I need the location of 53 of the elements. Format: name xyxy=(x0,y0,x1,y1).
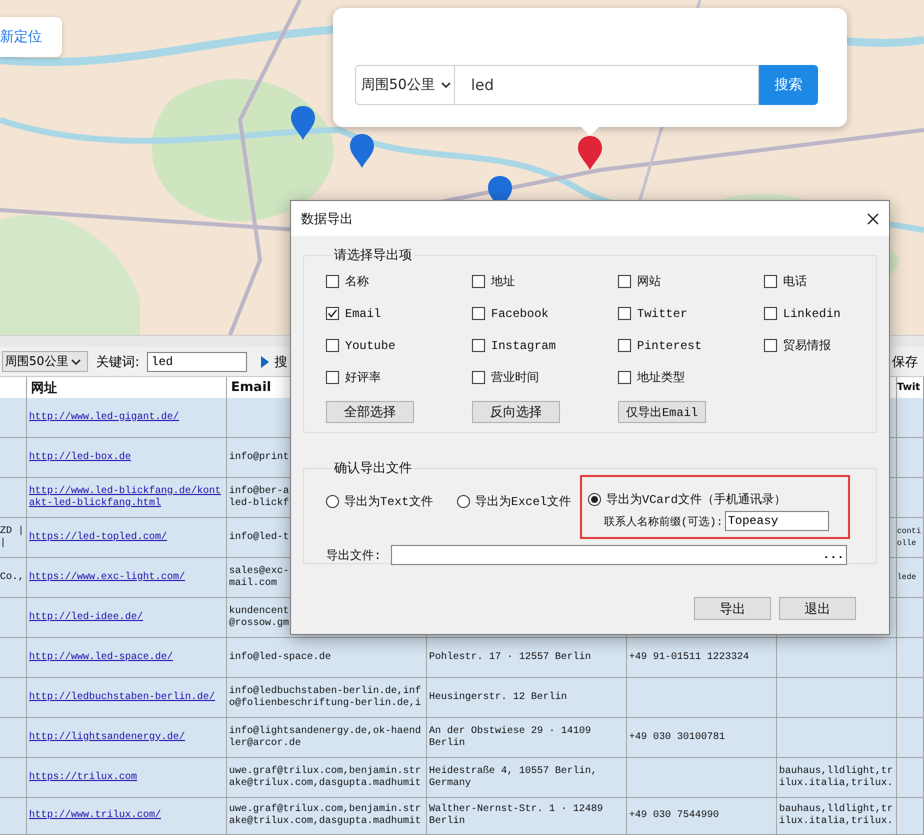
select-button[interactable]: 全部选择 xyxy=(326,401,414,423)
keyword-label: 关键词: xyxy=(96,354,140,370)
website-link[interactable]: http://lightsandenergy.de/ xyxy=(29,732,186,744)
table-cell: bauhaus,lldlight,trilux.italia,trilux. xyxy=(777,798,897,835)
dialog-button[interactable]: 退出 xyxy=(779,597,856,620)
website-link[interactable]: http://www.led-space.de/ xyxy=(29,652,174,664)
website-link[interactable]: http://ledbuchstaben-berlin.de/ xyxy=(29,692,216,704)
radio-label: 导出为VCard文件（手机通讯录） xyxy=(606,492,786,508)
checkbox-label: 名称 xyxy=(345,274,369,290)
prefix-field[interactable]: Topeasy xyxy=(724,511,829,531)
checkbox-label: 好评率 xyxy=(345,370,381,386)
group-title: 确认导出文件 xyxy=(333,460,413,477)
checkbox-label: Linkedin xyxy=(783,306,841,320)
website-link[interactable]: https://trilux.com xyxy=(29,772,138,784)
checkbox-label: 地址 xyxy=(491,274,515,290)
checkbox-label: Twitter xyxy=(637,306,688,320)
dialog-title: 数据导出 xyxy=(301,210,353,228)
checkbox-label: 电话 xyxy=(783,274,807,290)
checkbox-label: 地址类型 xyxy=(637,370,685,386)
radio-label: 导出为Excel文件 xyxy=(475,494,572,510)
locate-button[interactable]: 新定位 xyxy=(0,17,62,57)
website-link[interactable]: http://www.led-blickfang.de/kontakt-led-blickfang.html xyxy=(29,486,224,510)
save-button[interactable]: 保存 xyxy=(892,352,918,370)
search-button[interactable]: 搜索 xyxy=(759,65,818,105)
website-link[interactable]: http://www.trilux.com/ xyxy=(29,810,162,822)
search-button[interactable]: 搜 xyxy=(261,352,288,370)
website-link[interactable]: https://www.exc-light.com/ xyxy=(29,572,186,584)
prefix-label: 联系人名称前缀(可选): xyxy=(604,514,723,528)
select-button[interactable]: 反向选择 xyxy=(472,401,560,423)
browse-button[interactable]: ... xyxy=(822,548,844,562)
checkbox-label: Pinterest xyxy=(637,338,702,352)
group-title: 请选择导出项 xyxy=(333,247,413,264)
table-cell: uwe.graf@trilux.com,benjamin.strake@trilux.com,dasgupta.madhumit xyxy=(227,798,427,835)
checkbox-label: 营业时间 xyxy=(491,370,539,386)
file-path-field[interactable]: ... xyxy=(391,545,848,565)
table-cell: +49 030 7544990 xyxy=(627,798,777,835)
checkbox-label: Facebook xyxy=(491,306,549,320)
website-link[interactable]: http://led-idee.de/ xyxy=(29,612,144,624)
website-link[interactable]: http://led-box.de xyxy=(29,452,132,464)
radius-select[interactable]: 周围50公里 xyxy=(355,65,455,105)
website-link[interactable]: https://led-topled.com/ xyxy=(29,532,168,544)
checkbox-label: Instagram xyxy=(491,338,556,352)
checkbox-label: 网站 xyxy=(637,274,661,290)
keyword-field[interactable]: led xyxy=(147,352,248,372)
radius-select[interactable]: 周围50公里 xyxy=(2,351,88,372)
select-button[interactable]: 仅导出Email xyxy=(618,401,706,423)
dialog-button[interactable]: 导出 xyxy=(694,597,771,620)
checkbox-label: Email xyxy=(345,306,382,320)
keyword-field[interactable]: led xyxy=(455,65,759,105)
website-link[interactable]: http://www.led-gigant.de/ xyxy=(29,412,180,424)
checkbox-label: Youtube xyxy=(345,338,396,352)
checkbox-label: 贸易情报 xyxy=(783,338,831,354)
table-cell: Walther-Nernst-Str. 1 · 12489 Berlin xyxy=(427,798,627,835)
